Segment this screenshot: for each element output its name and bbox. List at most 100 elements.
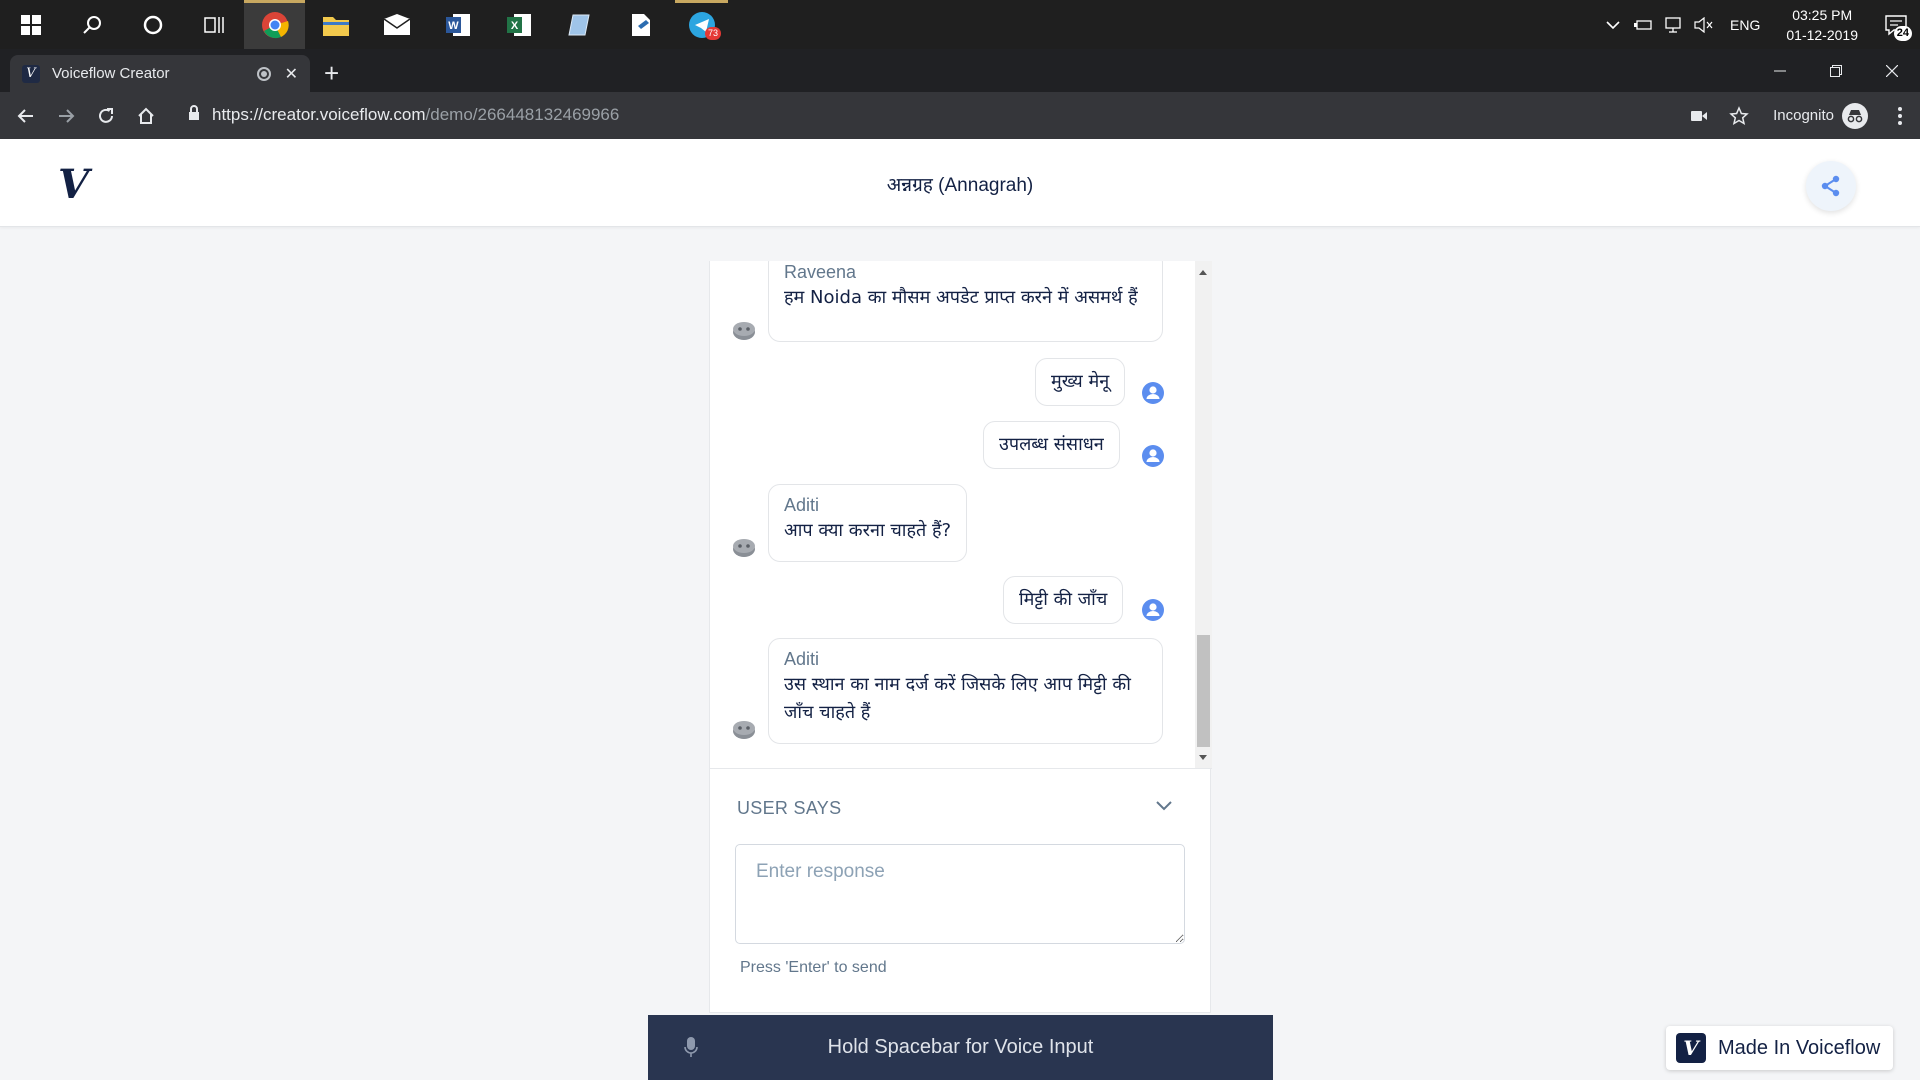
chat-panel: Raveena हम Noida का मौसम अपडेट प्राप्त क… <box>709 261 1212 1013</box>
scroll-down-arrow-icon[interactable] <box>1199 755 1207 760</box>
windows-icon <box>20 14 41 35</box>
bot-message: Aditi उस स्थान का नाम दर्ज करें जिसके लि… <box>768 638 1163 744</box>
lock-icon <box>188 104 200 126</box>
tab-title: Voiceflow Creator <box>52 65 170 82</box>
video-camera-icon <box>1691 110 1708 121</box>
microphone-icon <box>684 1037 698 1057</box>
browser-menu-button[interactable] <box>1880 106 1920 125</box>
mail-taskbar-button[interactable] <box>366 0 427 49</box>
input-language-indicator[interactable]: ENG <box>1718 17 1772 33</box>
network-tray-button[interactable] <box>1658 0 1688 49</box>
excel-icon: X <box>506 13 531 36</box>
restore-icon <box>1830 64 1842 77</box>
reload-button[interactable] <box>86 96 126 136</box>
svg-text:W: W <box>448 20 459 32</box>
chevron-down-icon[interactable] <box>1156 801 1172 811</box>
network-icon <box>1665 16 1681 33</box>
svg-text:X: X <box>510 20 518 32</box>
voiceflow-favicon-icon: V <box>22 64 40 83</box>
browser-tab-active[interactable]: V Voiceflow Creator ✕ <box>10 55 310 92</box>
home-icon <box>138 107 154 124</box>
share-icon <box>1821 175 1840 197</box>
volume-muted-icon <box>1694 16 1713 33</box>
mail-icon <box>383 13 410 35</box>
incognito-icon[interactable] <box>1842 102 1868 129</box>
battery-icon <box>1634 19 1652 30</box>
user-says-label: USER SAYS <box>737 798 842 818</box>
telegram-taskbar-button[interactable]: 73 <box>671 0 732 49</box>
new-tab-button[interactable]: + <box>324 59 339 87</box>
bot-avatar-icon <box>733 539 755 557</box>
user-message: मुख्य मेनू <box>1035 358 1126 406</box>
bot-speaker-name: Aditi <box>784 495 820 515</box>
word-taskbar-button[interactable]: W <box>427 0 488 49</box>
url-text: https://creator.voiceflow.com/demo/26644… <box>212 105 619 125</box>
home-button[interactable] <box>126 96 166 136</box>
chevron-up-icon <box>1606 20 1620 29</box>
clock-time: 03:25 PM <box>1792 6 1853 23</box>
tab-close-button[interactable]: ✕ <box>285 64 298 84</box>
volume-tray-button[interactable] <box>1688 0 1718 49</box>
bookmark-star-button[interactable] <box>1719 105 1759 126</box>
chat-scrollbar[interactable] <box>1195 261 1212 768</box>
file-explorer-taskbar-button[interactable] <box>305 0 366 49</box>
incognito-label: Incognito <box>1773 107 1834 124</box>
made-in-voiceflow-badge[interactable]: V Made In Voiceflow <box>1666 1026 1893 1070</box>
browser-toolbar: https://creator.voiceflow.com/demo/26644… <box>0 92 1920 139</box>
camera-in-use-button[interactable] <box>1679 109 1719 123</box>
minimize-button[interactable] <box>1752 49 1808 92</box>
user-message-text: मुख्य मेनू <box>1051 371 1110 392</box>
project-title: अन्नग्रह (Annagrah) <box>886 175 1034 196</box>
chrome-taskbar-button[interactable] <box>244 0 305 49</box>
user-message-text: मिट्टी की जाँच <box>1019 589 1108 610</box>
close-window-button[interactable] <box>1864 49 1920 92</box>
forward-button[interactable] <box>46 96 86 136</box>
bot-message-text: हम Noida का मौसम अपडेट प्राप्त करने में … <box>784 287 1138 308</box>
folder-icon <box>322 16 349 36</box>
bot-speaker-name: Raveena <box>784 262 857 282</box>
voice-input-bar[interactable]: Hold Spacebar for Voice Input <box>648 1015 1273 1080</box>
bot-message-text: उस स्थान का नाम दर्ज करें जिसके लिए आप म… <box>784 674 1131 723</box>
app-header: V अन्नग्रह (Annagrah) <box>0 139 1920 227</box>
restore-button[interactable] <box>1808 49 1864 92</box>
notepad-icon <box>567 14 590 35</box>
excel-taskbar-button[interactable]: X <box>488 0 549 49</box>
chat-transcript[interactable]: Raveena हम Noida का मौसम अपडेट प्राप्त क… <box>710 261 1212 769</box>
start-button[interactable] <box>0 0 61 49</box>
document-taskbar-button[interactable] <box>610 0 671 49</box>
toolbar-right-actions: Incognito <box>1679 92 1920 139</box>
arrow-right-icon <box>59 108 75 123</box>
action-center-button[interactable]: 24 <box>1872 0 1920 49</box>
cortana-button[interactable] <box>122 0 183 49</box>
user-avatar-icon <box>1142 599 1164 621</box>
address-bar[interactable]: https://creator.voiceflow.com/demo/26644… <box>176 96 1720 134</box>
user-message: मिट्टी की जाँच <box>1003 576 1124 624</box>
send-hint: Press 'Enter' to send <box>740 959 887 976</box>
notepad-taskbar-button[interactable] <box>549 0 610 49</box>
scroll-up-arrow-icon[interactable] <box>1199 270 1207 275</box>
tray-overflow-button[interactable] <box>1598 0 1628 49</box>
taskbar-search-button[interactable] <box>61 0 122 49</box>
telegram-unread-badge: 73 <box>705 27 722 40</box>
clock-date: 01-12-2019 <box>1786 26 1858 43</box>
close-icon <box>1886 64 1898 77</box>
scrollbar-thumb[interactable] <box>1197 635 1210 747</box>
recording-indicator-icon <box>256 66 271 81</box>
user-avatar-icon <box>1142 382 1164 404</box>
star-icon <box>1729 105 1749 125</box>
share-button[interactable] <box>1806 161 1856 211</box>
task-view-button[interactable] <box>183 0 244 49</box>
response-input[interactable] <box>735 844 1185 944</box>
cortana-icon <box>143 15 162 34</box>
system-tray: ENG 03:25 PM 01-12-2019 24 <box>1598 0 1920 49</box>
bot-message: Aditi आप क्या करना चाहते हैं? <box>768 484 968 562</box>
task-view-icon <box>203 16 224 33</box>
back-button[interactable] <box>6 96 46 136</box>
system-clock[interactable]: 03:25 PM 01-12-2019 <box>1772 5 1872 45</box>
url-host: https://creator.voiceflow.com <box>212 105 426 124</box>
battery-tray-button[interactable] <box>1628 0 1658 49</box>
made-in-voiceflow-label: Made In Voiceflow <box>1718 1036 1881 1059</box>
search-icon <box>82 15 101 34</box>
voice-input-label: Hold Spacebar for Voice Input <box>827 1036 1094 1058</box>
document-icon <box>631 13 650 36</box>
